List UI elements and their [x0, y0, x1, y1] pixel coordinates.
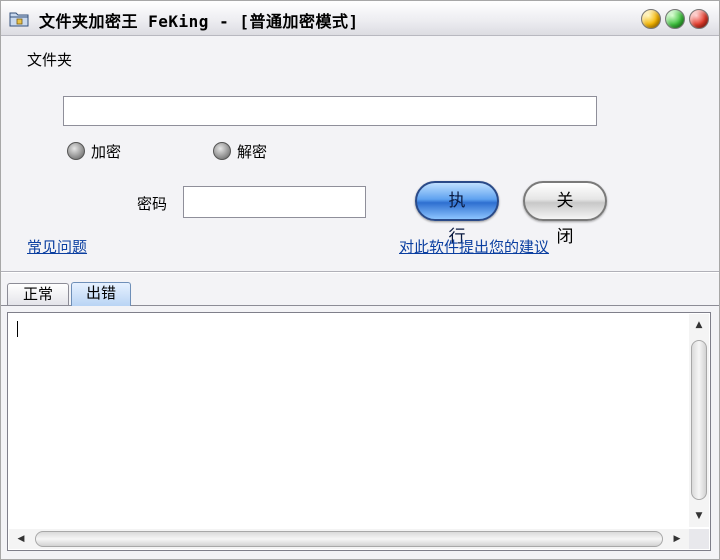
scrollbar-corner — [689, 529, 709, 549]
suggestion-link[interactable]: 对此软件提出您的建议 — [399, 236, 549, 257]
app-window: 文件夹加密王 FeKing - [普通加密模式] 文件夹 加密 解密 密码 执行… — [0, 0, 720, 560]
decrypt-radio[interactable] — [213, 142, 231, 160]
horizontal-scroll-thumb[interactable] — [35, 531, 663, 547]
decrypt-radio-label[interactable]: 解密 — [237, 141, 267, 162]
scroll-left-icon[interactable]: ◀ — [11, 530, 31, 548]
section-divider — [1, 271, 719, 273]
encrypt-radio[interactable] — [67, 142, 85, 160]
scroll-right-icon[interactable]: ▶ — [667, 530, 687, 548]
encrypt-radio-label[interactable]: 加密 — [91, 141, 121, 162]
vertical-scrollbar[interactable]: ▲ ▼ — [689, 314, 709, 527]
tab-normal[interactable]: 正常 — [7, 283, 69, 305]
folder-lock-icon — [9, 9, 29, 27]
vertical-scroll-thumb[interactable] — [691, 340, 707, 500]
minimize-button[interactable] — [641, 9, 661, 29]
title-bar[interactable]: 文件夹加密王 FeKing - [普通加密模式] — [1, 1, 719, 36]
faq-link[interactable]: 常见问题 — [27, 236, 87, 257]
folder-path-input[interactable] — [63, 96, 597, 126]
window-title: 文件夹加密王 FeKing - [普通加密模式] — [39, 12, 359, 31]
text-caret — [17, 321, 18, 337]
password-input[interactable] — [183, 186, 366, 218]
close-button[interactable]: 关闭 — [523, 181, 607, 247]
password-label: 密码 — [137, 195, 168, 213]
scroll-down-icon[interactable]: ▼ — [689, 507, 709, 525]
tab-error[interactable]: 出错 — [71, 282, 131, 306]
close-window-button[interactable] — [689, 9, 709, 29]
log-textarea[interactable]: ▲ ▼ ◀ ▶ — [7, 312, 711, 551]
execute-button[interactable]: 执行 — [415, 181, 499, 247]
maximize-button[interactable] — [665, 9, 685, 29]
horizontal-scrollbar[interactable]: ◀ ▶ — [9, 529, 689, 549]
scroll-up-icon[interactable]: ▲ — [689, 316, 709, 334]
folder-label: 文件夹 — [27, 51, 73, 69]
